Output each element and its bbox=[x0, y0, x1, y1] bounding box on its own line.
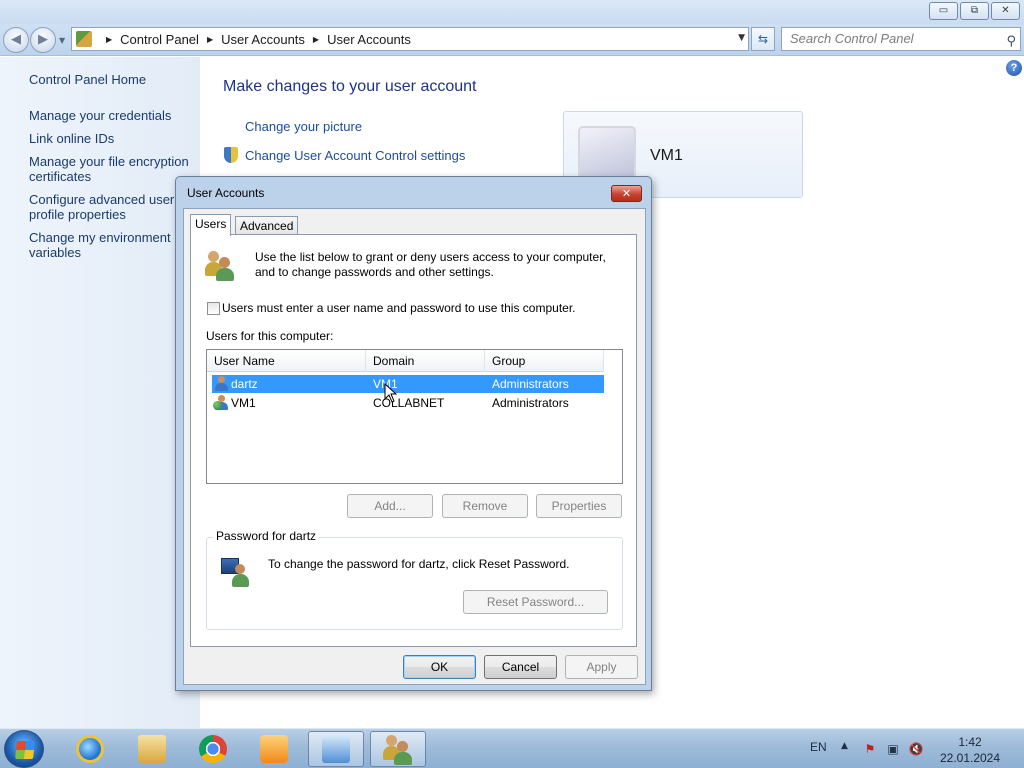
action-center-icon[interactable]: ⚑ bbox=[862, 741, 878, 757]
show-hidden-icons-icon[interactable]: ▲ bbox=[841, 741, 848, 751]
require-password-checkbox[interactable] bbox=[207, 302, 220, 315]
change-uac-settings-link[interactable]: Change User Account Control settings bbox=[245, 148, 465, 163]
column-group[interactable]: Group bbox=[485, 350, 604, 372]
minimize-button[interactable]: ▭ bbox=[929, 2, 958, 20]
sidebar-item-control-panel-home[interactable]: Control Panel Home bbox=[29, 72, 195, 87]
remove-user-button[interactable]: Remove bbox=[442, 494, 528, 518]
users-list-label: Users for this computer: bbox=[206, 329, 334, 343]
back-arrow-icon[interactable]: ◀ bbox=[3, 27, 29, 53]
require-password-label[interactable]: Users must enter a user name and passwor… bbox=[222, 301, 576, 316]
user-tile-name: VM1 bbox=[650, 147, 683, 164]
user-accounts-icon[interactable] bbox=[370, 731, 426, 767]
apply-button[interactable]: Apply bbox=[565, 655, 638, 679]
address-dropdown-icon[interactable]: ▼ bbox=[738, 33, 745, 43]
password-group-label: Password for dartz bbox=[213, 529, 320, 544]
address-bar[interactable]: ▶ Control Panel ▶ User Accounts ▶ User A… bbox=[71, 27, 749, 51]
reset-password-icon bbox=[221, 556, 253, 588]
user-properties-button[interactable]: Properties bbox=[536, 494, 622, 518]
windows-logo-icon bbox=[15, 741, 35, 759]
system-clock[interactable]: 1:42 22.01.2024 bbox=[930, 734, 1010, 766]
help-icon[interactable]: ? bbox=[1006, 60, 1022, 76]
left-task-pane: Control Panel Home Manage your credentia… bbox=[0, 57, 200, 728]
row-user-name: dartz bbox=[231, 377, 258, 391]
row-group: Administrators bbox=[492, 377, 569, 391]
ok-button[interactable]: OK bbox=[403, 655, 476, 679]
dialog-title: User Accounts bbox=[187, 186, 265, 200]
breadcrumb-control-panel[interactable]: Control Panel bbox=[120, 32, 199, 47]
dialog-close-button[interactable]: ✕ bbox=[611, 185, 642, 202]
close-button[interactable]: ✕ bbox=[991, 2, 1020, 20]
navigation-bar: ◀ ▶ ▼ ▶ Control Panel ▶ User Accounts ▶ … bbox=[0, 24, 1024, 56]
forward-arrow-icon[interactable]: ▶ bbox=[30, 27, 56, 53]
control-panel-icon[interactable] bbox=[308, 731, 364, 767]
row-user-name: VM1 bbox=[231, 396, 256, 410]
breadcrumb-user-accounts-current[interactable]: User Accounts bbox=[327, 32, 411, 47]
sidebar-item-manage-credentials[interactable]: Manage your credentials bbox=[29, 108, 195, 123]
dialog-body: Users Advanced Use the list below to gra… bbox=[183, 208, 646, 685]
cancel-button[interactable]: Cancel bbox=[484, 655, 557, 679]
add-user-button[interactable]: Add... bbox=[347, 494, 433, 518]
window-titlebar: ▭ ⧉ ✕ bbox=[0, 0, 1024, 24]
users-list[interactable]: User Name Domain Group dartz VM1 Adminis… bbox=[206, 349, 623, 484]
breadcrumb-user-accounts[interactable]: User Accounts bbox=[221, 32, 305, 47]
breadcrumb-arrow-icon[interactable]: ▶ bbox=[207, 35, 213, 44]
breadcrumb-arrow-icon[interactable]: ▶ bbox=[106, 35, 112, 44]
recent-pages-dropdown-icon[interactable]: ▼ bbox=[59, 36, 65, 45]
taskbar: EN ▲ ⚑ ▣ 🔇 1:42 22.01.2024 bbox=[0, 728, 1024, 768]
column-user-name[interactable]: User Name bbox=[207, 350, 366, 372]
search-input[interactable]: Search Control Panel ⚲ bbox=[781, 27, 1021, 51]
start-button[interactable] bbox=[4, 730, 44, 768]
intro-text-line-1: Use the list below to grant or deny user… bbox=[255, 250, 606, 264]
clock-time: 1:42 bbox=[958, 735, 982, 749]
user-accounts-dialog: User Accounts ✕ Users Advanced Use the l… bbox=[175, 176, 652, 691]
user-icon bbox=[213, 376, 229, 392]
search-icon[interactable]: ⚲ bbox=[1006, 31, 1016, 53]
media-player-icon[interactable] bbox=[246, 731, 302, 767]
control-panel-icon bbox=[76, 31, 92, 47]
internet-explorer-icon[interactable] bbox=[62, 731, 118, 767]
reset-password-button[interactable]: Reset Password... bbox=[463, 590, 608, 614]
file-explorer-icon[interactable] bbox=[124, 731, 180, 767]
maximize-button[interactable]: ⧉ bbox=[960, 2, 989, 20]
users-icon bbox=[204, 249, 236, 281]
intro-text-line-2: and to change passwords and other settin… bbox=[255, 265, 494, 279]
tab-advanced[interactable]: Advanced bbox=[235, 216, 299, 236]
users-tab-panel: Use the list below to grant or deny user… bbox=[190, 234, 637, 647]
column-domain[interactable]: Domain bbox=[366, 350, 485, 372]
chrome-icon[interactable] bbox=[185, 731, 241, 767]
password-groupbox: Password for dartz To change the passwor… bbox=[206, 529, 623, 630]
volume-muted-icon[interactable]: 🔇 bbox=[908, 741, 924, 757]
domain-user-icon bbox=[213, 395, 229, 411]
network-icon[interactable]: ▣ bbox=[885, 741, 901, 757]
sidebar-item-file-encryption[interactable]: Manage your file encryption certificates bbox=[29, 154, 195, 184]
table-row[interactable]: VM1 COLLABNET Administrators bbox=[212, 394, 604, 412]
refresh-button[interactable]: ⇆ bbox=[751, 27, 775, 51]
sidebar-item-link-online-ids[interactable]: Link online IDs bbox=[29, 131, 195, 146]
table-row[interactable]: dartz VM1 Administrators bbox=[212, 375, 604, 393]
row-group: Administrators bbox=[492, 396, 569, 410]
password-instructions: To change the password for dartz, click … bbox=[268, 557, 570, 571]
uac-shield-icon bbox=[224, 147, 238, 163]
sidebar-item-advanced-profile[interactable]: Configure advanced user profile properti… bbox=[29, 192, 195, 222]
tab-users[interactable]: Users bbox=[190, 214, 232, 236]
window-controls: ▭ ⧉ ✕ bbox=[927, 2, 1020, 20]
users-list-header: User Name Domain Group bbox=[207, 350, 604, 372]
change-picture-link[interactable]: Change your picture bbox=[245, 119, 362, 134]
search-placeholder: Search Control Panel bbox=[790, 31, 914, 46]
clock-date: 22.01.2024 bbox=[939, 751, 1001, 765]
mouse-cursor-icon bbox=[384, 383, 397, 403]
sidebar-item-environment-variables[interactable]: Change my environment variables bbox=[29, 230, 195, 260]
language-indicator[interactable]: EN bbox=[810, 740, 827, 754]
page-title: Make changes to your user account bbox=[223, 78, 477, 95]
breadcrumb-arrow-icon[interactable]: ▶ bbox=[313, 35, 319, 44]
